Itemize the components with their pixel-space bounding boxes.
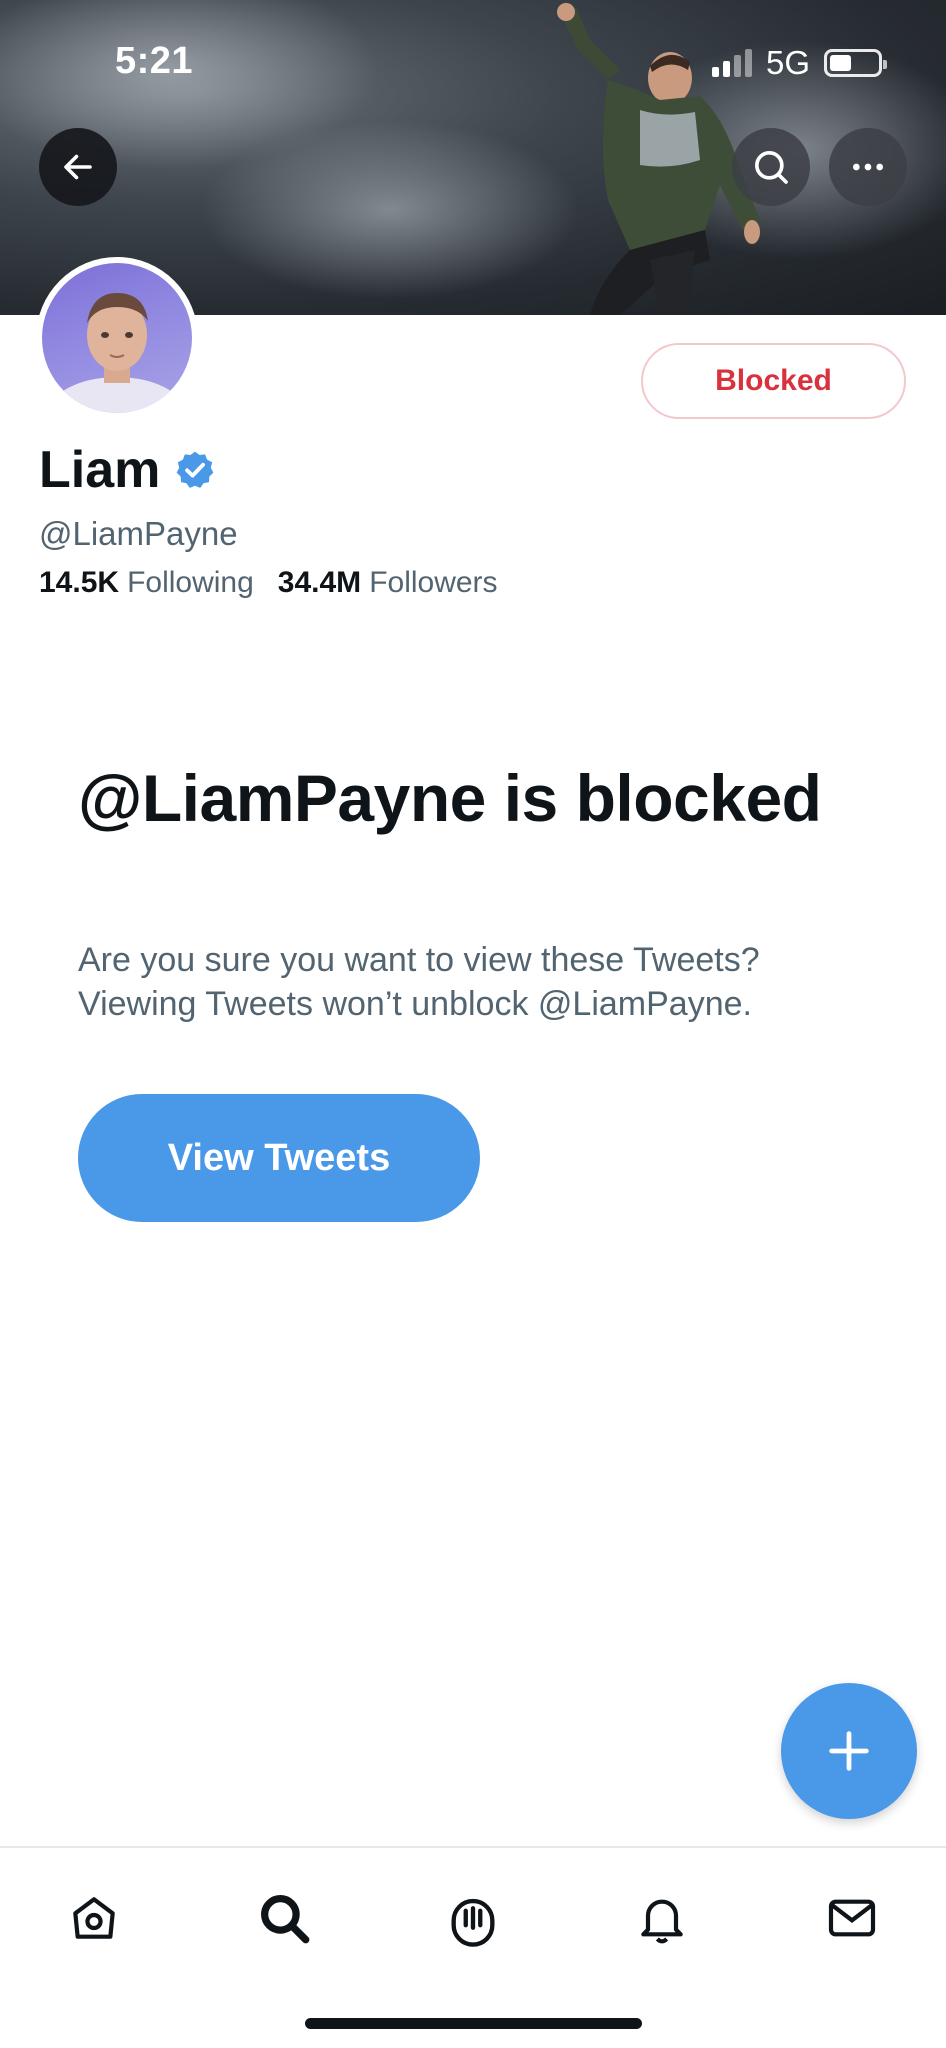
blocked-description: Are you sure you want to view these Twee… — [78, 941, 760, 1023]
following-link[interactable]: 14.5K Following — [39, 566, 254, 600]
status-indicators: 5G — [711, 44, 887, 82]
blocked-title: @LiamPayne is blocked — [78, 761, 822, 835]
status-time: 5:21 — [115, 40, 194, 82]
profile-stats: 14.5K Following 34.4M Followers — [39, 566, 498, 600]
messages-icon — [828, 1899, 876, 1937]
battery-icon — [824, 49, 887, 77]
bottom-tab-bar — [0, 1846, 946, 2048]
avatar-portrait — [49, 293, 185, 413]
blocked-button[interactable]: Blocked — [641, 343, 906, 419]
verified-badge-icon — [177, 451, 214, 488]
plus-icon — [829, 1731, 869, 1771]
home-icon — [73, 1897, 115, 1939]
profile-handle: @LiamPayne — [39, 515, 238, 552]
more-horizontal-icon — [853, 163, 883, 171]
following-label: Following — [127, 566, 254, 599]
tab-notifications[interactable] — [628, 1884, 696, 1952]
arrow-left-icon — [64, 154, 92, 180]
avatar[interactable] — [36, 257, 198, 419]
profile-name-row: Liam — [39, 440, 216, 500]
search-profile-button[interactable] — [732, 128, 810, 206]
more-options-button[interactable] — [829, 128, 907, 206]
compose-tweet-button[interactable] — [781, 1683, 917, 1819]
following-count: 14.5K — [39, 566, 120, 599]
followers-link[interactable]: 34.4M Followers — [278, 566, 498, 600]
tab-home[interactable] — [60, 1884, 128, 1952]
notifications-icon — [641, 1899, 683, 1944]
view-tweets-button[interactable]: View Tweets — [78, 1094, 480, 1222]
tab-search[interactable] — [250, 1884, 318, 1952]
tab-spaces[interactable] — [439, 1884, 507, 1952]
followers-label: Followers — [369, 566, 498, 599]
display-name: Liam — [39, 441, 161, 499]
signal-icon — [711, 49, 752, 77]
followers-count: 34.4M — [277, 566, 362, 599]
back-button[interactable] — [39, 128, 117, 206]
search-icon — [755, 151, 788, 184]
search-icon — [261, 1895, 310, 1944]
tab-messages[interactable] — [818, 1884, 886, 1952]
home-indicator[interactable] — [305, 2018, 642, 2029]
network-label: 5G — [765, 44, 810, 81]
spaces-icon — [451, 1898, 495, 1947]
